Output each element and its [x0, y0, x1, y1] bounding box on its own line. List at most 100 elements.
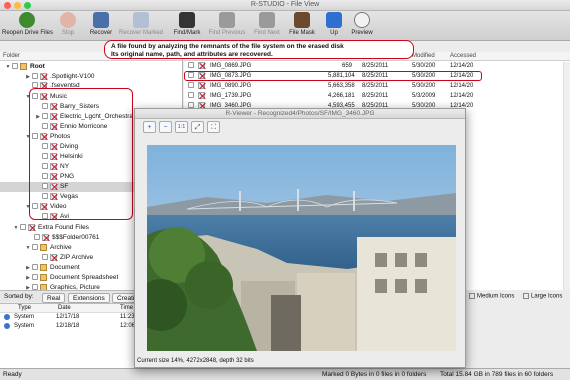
file-size: 659 — [342, 63, 353, 69]
find-previous-label: Find Previous — [208, 30, 246, 36]
tree-item-label: Root — [30, 63, 45, 70]
find-previous-icon — [219, 12, 235, 28]
recover-marked-button[interactable]: Recover Marked — [119, 12, 163, 40]
file-size: 4,266,181 — [328, 93, 355, 99]
recover-label: Recover — [89, 30, 113, 36]
sorted-by-label: Sorted by: — [4, 293, 34, 300]
stop-button[interactable]: Stop — [56, 12, 80, 40]
folder-icon — [40, 243, 47, 251]
status-marked: Marked 0 Bytes in 0 files in 0 folders — [322, 371, 427, 378]
info-icon — [4, 314, 10, 320]
file-checkbox[interactable] — [188, 92, 194, 98]
info-icon — [4, 323, 10, 329]
file-name: IMG_0869.JPG — [210, 63, 252, 69]
status-bar: Ready Marked 0 Bytes in 0 files in 0 fol… — [0, 368, 570, 380]
modified-column-header[interactable]: Modified — [412, 53, 435, 59]
find-mark-label: Find/Mark — [173, 30, 201, 36]
preview-button[interactable]: Preview — [349, 12, 375, 40]
log-time-header[interactable]: Time — [120, 305, 133, 311]
title-bar: R-STUDIO - File View — [0, 0, 570, 11]
recover-icon — [93, 12, 109, 28]
file-row[interactable]: IMG_0869.JPG 659 8/25/2011 5/30/200 12/1… — [184, 62, 570, 70]
file-mask-label: File Mask — [289, 30, 315, 36]
binoculars-icon — [179, 12, 195, 28]
tree-item-document-spreadsheet[interactable]: ▶ Document Spreadsheet — [24, 273, 118, 283]
log-date-header[interactable]: Date — [58, 305, 71, 311]
tree-checkbox[interactable] — [32, 274, 38, 281]
file-checkbox[interactable] — [188, 62, 194, 68]
tree-checkbox[interactable] — [32, 244, 38, 251]
tree-item-archive[interactable]: ▼ Archive — [24, 243, 72, 253]
tree-item-extra-found[interactable]: ▼ Extra Found Files — [12, 223, 89, 233]
file-modified: 5/30/200 — [412, 63, 436, 69]
tree-checkbox[interactable] — [42, 254, 48, 261]
recovered-tree-highlight — [29, 88, 133, 220]
zoom-out-icon[interactable]: − — [159, 121, 172, 133]
disclosure-triangle-icon[interactable]: ▼ — [24, 243, 32, 253]
deleted-file-icon — [28, 223, 35, 231]
file-modified: 5/30/200 — [412, 83, 436, 89]
up-button[interactable]: Up — [323, 12, 345, 40]
folder-icon — [20, 62, 27, 70]
tree-checkbox[interactable] — [20, 224, 26, 231]
tree-item-label: Document — [50, 264, 80, 271]
tree-checkbox[interactable] — [34, 234, 40, 241]
file-created: 8/25/2011 — [362, 63, 389, 69]
disclosure-triangle-icon[interactable]: ▶ — [24, 273, 32, 283]
callout-line-1: A file found by analyzing the remnants o… — [111, 43, 344, 50]
callout-line-2: Its original name, path, and attributes … — [111, 51, 273, 58]
file-created: 8/25/2011 — [362, 83, 389, 89]
log-type-header[interactable]: Type — [18, 305, 31, 311]
refresh-icon — [19, 12, 35, 28]
file-name: IMG_1739.JPG — [210, 93, 252, 99]
folder-icon — [40, 273, 47, 281]
recover-button[interactable]: Recover — [86, 12, 116, 40]
file-accessed: 12/14/20 — [450, 83, 474, 89]
reopen-drive-files-button[interactable]: Reopen Drive Files — [2, 12, 53, 40]
app-window: R-STUDIO - File View Reopen Drive Files … — [0, 0, 570, 380]
viewer-title: R-Viewer - Recognized4/Photos/SF/IMG_346… — [225, 110, 375, 117]
accessed-column-header[interactable]: Accessed — [450, 53, 476, 59]
file-mask-button[interactable]: File Mask — [288, 12, 316, 40]
file-checkbox[interactable] — [188, 82, 194, 88]
zoom-in-icon[interactable]: + — [143, 121, 156, 133]
tree-checkbox[interactable] — [32, 264, 38, 271]
large-icons-option[interactable]: Large Icons — [523, 293, 562, 300]
view-mode-bar: Medium Icons Large Icons — [465, 290, 570, 304]
deleted-file-icon — [42, 233, 49, 241]
find-previous-button[interactable]: Find Previous — [207, 12, 247, 40]
disclosure-triangle-icon[interactable]: ▼ — [4, 62, 12, 72]
fullscreen-icon[interactable]: ⛶ — [207, 121, 220, 133]
log-type: System — [14, 314, 35, 320]
tree-checkbox[interactable] — [12, 63, 18, 70]
disclosure-triangle-icon[interactable]: ▶ — [24, 263, 32, 273]
tree-item-folder00761[interactable]: $$$Folder00761 — [34, 233, 99, 243]
fit-to-window-icon[interactable]: ⤢ — [191, 121, 204, 133]
tree-item-root[interactable]: ▼ Root — [4, 62, 45, 72]
find-next-button[interactable]: Find Next — [252, 12, 282, 40]
sort-tab-real[interactable]: Real — [42, 293, 66, 303]
deleted-file-icon — [198, 92, 205, 99]
actual-size-icon[interactable]: 1:1 — [175, 121, 188, 133]
sort-tab-extensions[interactable]: Extensions — [68, 293, 110, 303]
mask-icon — [294, 12, 310, 28]
find-next-label: Find Next — [254, 30, 280, 36]
image-viewer-window: R-Viewer - Recognized4/Photos/SF/IMG_346… — [134, 108, 466, 368]
log-type: System — [14, 323, 35, 329]
magnifier-icon — [354, 12, 370, 28]
tree-item-zip-archive[interactable]: ZIP Archive — [42, 253, 93, 263]
viewer-caption: Current size 14%, 4272x2848, depth 32 bi… — [137, 358, 254, 364]
file-created: 8/25/2011 — [362, 93, 389, 99]
find-mark-button[interactable]: Find/Mark — [172, 12, 202, 40]
tree-item-document[interactable]: ▶ Document — [24, 263, 80, 273]
file-list-scrollbar[interactable] — [563, 62, 570, 290]
window-title: R-STUDIO - File View — [250, 1, 320, 8]
file-row[interactable]: IMG_0890.JPG 5,663,358 8/25/2011 5/30/20… — [184, 82, 570, 90]
disclosure-triangle-icon[interactable]: ▼ — [12, 223, 20, 233]
file-modified: 5/3/2009 — [412, 93, 436, 99]
file-row[interactable]: IMG_1739.JPG 4,266,181 8/25/2011 5/3/200… — [184, 92, 570, 100]
medium-icons-icon — [469, 293, 475, 299]
find-next-icon — [259, 12, 275, 28]
tree-checkbox[interactable] — [32, 73, 38, 80]
medium-icons-option[interactable]: Medium Icons — [469, 293, 514, 300]
